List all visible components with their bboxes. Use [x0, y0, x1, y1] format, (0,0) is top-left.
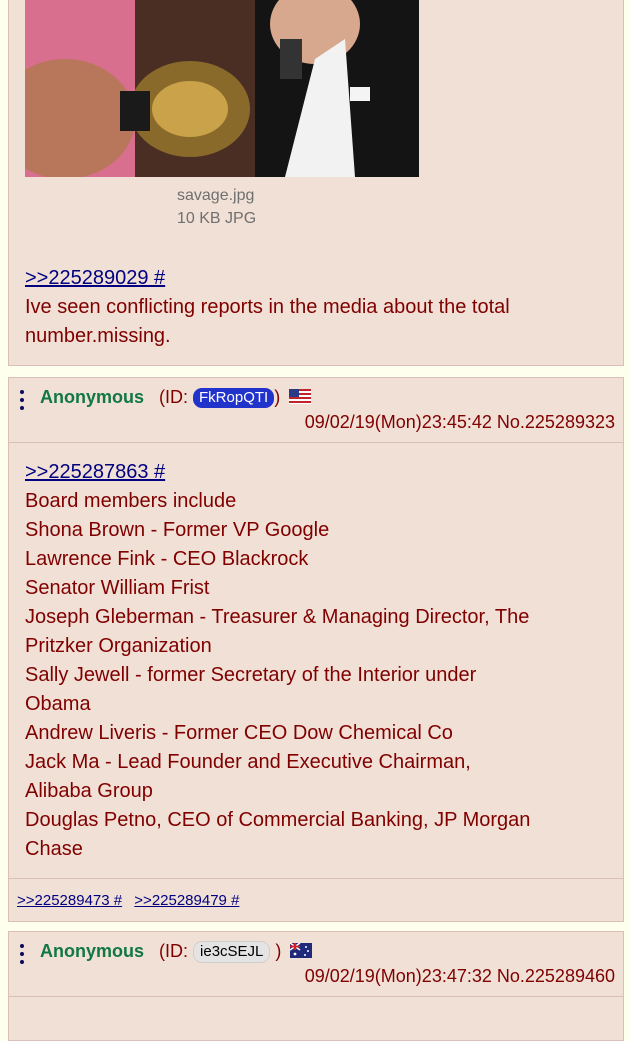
message-line: Shona Brown - Former VP Google: [25, 519, 330, 541]
message-line: Alibaba Group: [25, 780, 153, 802]
backlink[interactable]: >>225289479 #: [134, 892, 239, 909]
message-line: Sally Jewell - former Secretary of the I…: [25, 664, 477, 686]
post-dateline: 09/02/19(Mon)23:45:42 No.225289323: [305, 412, 615, 433]
us-flag-icon: [289, 389, 312, 404]
message-line: Pritzker Organization: [25, 635, 212, 657]
message-line: number.missing.: [25, 325, 171, 347]
post-number[interactable]: No.225289460: [497, 966, 615, 986]
post-number[interactable]: No.225289323: [497, 412, 615, 432]
post-datetime: 09/02/19(Mon)23:47:32: [304, 966, 492, 986]
post-datetime: 09/02/19(Mon)23:45:42: [304, 412, 492, 432]
backlinks: >>225289473 # >>225289479 #: [9, 878, 623, 923]
message-line: Board members include: [25, 490, 237, 512]
message-line: Andrew Liveris - Former CEO Dow Chemical…: [25, 722, 453, 744]
message-line: Jack Ma - Lead Founder and Executive Cha…: [25, 751, 471, 773]
post-menu-icon[interactable]: [18, 388, 26, 412]
message-line: Douglas Petno, CEO of Commercial Banking…: [25, 809, 531, 831]
reply-post: savage.jpg 10 KB JPG >>225289029 # Ive s…: [8, 0, 624, 366]
id-suffix: ): [274, 387, 281, 407]
post-header: Anonymous (ID: FkRopQTI) 09/02/19(Mon)23…: [9, 378, 623, 443]
file-name[interactable]: savage.jpg: [177, 187, 254, 205]
reply-post: Anonymous (ID: ie3cSEJL ) 09/02/19(Mon)2…: [8, 931, 624, 1041]
id-suffix: ): [275, 941, 282, 961]
message-line: Ive seen conflicting reports in the medi…: [25, 296, 510, 318]
reply-post: Anonymous (ID: FkRopQTI) 09/02/19(Mon)23…: [8, 377, 624, 922]
poster-id-wrap: (ID: ie3cSEJL ): [159, 941, 313, 963]
message-line: Senator William Frist: [25, 577, 210, 599]
message-line: Obama: [25, 693, 91, 715]
message-line: Lawrence Fink - CEO Blackrock: [25, 548, 309, 570]
post-menu-icon[interactable]: [18, 942, 26, 966]
poster-name: Anonymous: [40, 387, 145, 407]
poster-id-badge[interactable]: FkRopQTI: [193, 388, 275, 408]
post-message: >>225287863 # Board members include Shon…: [25, 458, 613, 864]
poster-id-badge[interactable]: ie3cSEJL: [193, 941, 271, 963]
au-flag-icon: [290, 943, 313, 958]
backlink[interactable]: >>225289473 #: [17, 892, 122, 909]
post-message: >>225289029 # Ive seen conflicting repor…: [25, 264, 613, 351]
message-line: Chase: [25, 838, 83, 860]
message-line: Joseph Gleberman - Treasurer & Managing …: [25, 606, 530, 628]
image-thumbnail[interactable]: [25, 0, 419, 177]
poster-name: Anonymous: [40, 941, 145, 961]
quote-link[interactable]: >>225287863 #: [25, 461, 165, 483]
post-header: Anonymous (ID: ie3cSEJL ) 09/02/19(Mon)2…: [9, 932, 623, 997]
file-size: 10 KB JPG: [177, 210, 257, 227]
id-prefix: (ID:: [159, 941, 188, 961]
poster-id-wrap: (ID: FkRopQTI): [159, 387, 312, 408]
id-prefix: (ID:: [159, 387, 188, 407]
post-dateline: 09/02/19(Mon)23:47:32 No.225289460: [305, 966, 615, 987]
quote-link[interactable]: >>225289029 #: [25, 267, 165, 289]
